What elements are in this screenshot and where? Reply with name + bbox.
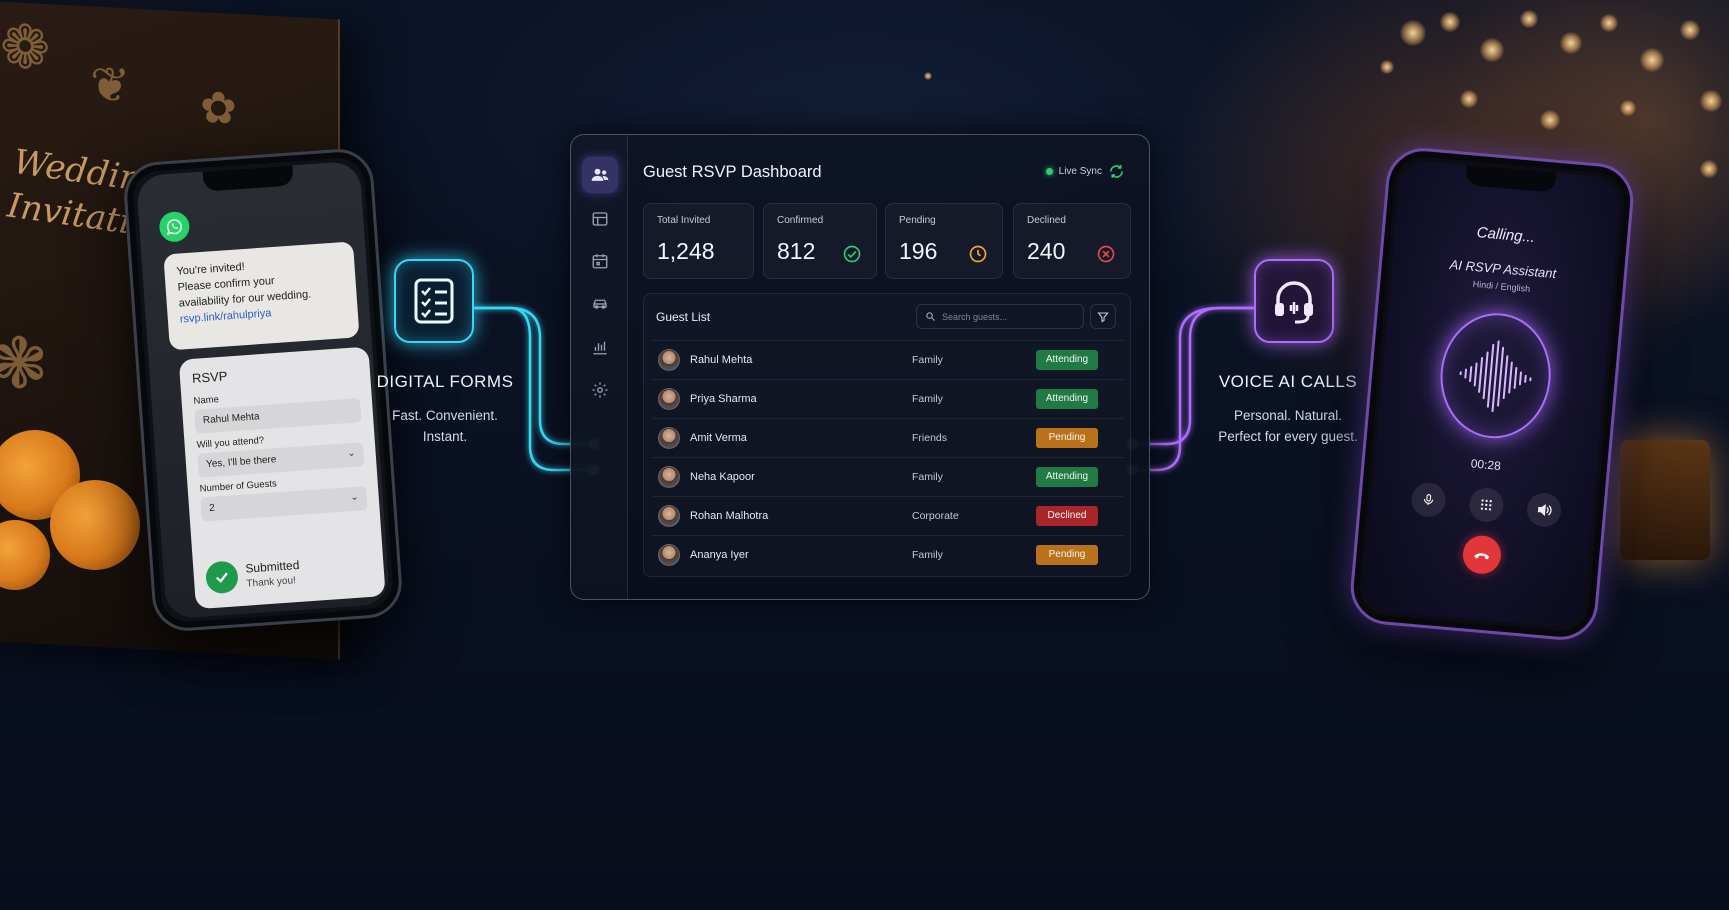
guest-name: Rahul Mehta xyxy=(690,353,753,366)
live-sync-indicator[interactable]: Live Sync xyxy=(1045,163,1125,180)
filter-icon xyxy=(1097,311,1109,322)
settings-icon[interactable] xyxy=(582,372,618,408)
status-badge: Attending xyxy=(1036,466,1098,487)
status-badge: Pending xyxy=(1036,544,1098,565)
status-badge: Attending xyxy=(1036,349,1098,370)
end-call-button[interactable] xyxy=(1461,534,1503,576)
checklist-icon xyxy=(394,259,474,343)
guest-name: Rohan Malhotra xyxy=(690,509,769,522)
status-badge: Pending xyxy=(1036,427,1098,448)
keypad-icon xyxy=(1480,499,1492,511)
seating-icon[interactable] xyxy=(582,201,618,237)
stat-card-pending[interactable]: Pending 196 xyxy=(885,203,1003,279)
voice-waveform xyxy=(1435,308,1556,443)
stat-card-total[interactable]: Total Invited 1,248 xyxy=(643,203,754,279)
rsvp-dashboard: Guest RSVP Dashboard Live Sync Total Inv… xyxy=(570,134,1150,600)
stat-label: Confirmed xyxy=(777,215,824,226)
guest-name: Neha Kapoor xyxy=(690,470,755,483)
guest-list-panel: Guest List Search guests... Rahul Mehta … xyxy=(643,293,1131,577)
dashboard-sidebar xyxy=(571,135,628,599)
speaker-icon xyxy=(1537,504,1552,517)
guest-name: Ananya Iyer xyxy=(690,548,749,561)
guest-group: Family xyxy=(912,548,943,561)
guest-name: Amit Verma xyxy=(690,431,747,444)
stat-card-declined[interactable]: Declined 240 xyxy=(1013,203,1131,279)
guest-name: Priya Sharma xyxy=(690,392,757,405)
avatar xyxy=(658,504,680,527)
dashboard-title: Guest RSVP Dashboard xyxy=(643,163,822,181)
stat-label: Declined xyxy=(1027,215,1066,226)
avatar xyxy=(658,426,680,449)
guest-group: Friends xyxy=(912,431,948,444)
stat-label: Pending xyxy=(899,215,936,226)
refresh-icon xyxy=(1110,165,1123,178)
check-circle-icon xyxy=(843,245,861,263)
x-circle-icon xyxy=(1097,245,1115,263)
clock-icon xyxy=(969,245,987,263)
search-input[interactable]: Search guests... xyxy=(916,304,1084,329)
status-badge: Declined xyxy=(1036,505,1098,526)
status-badge: Attending xyxy=(1036,388,1098,409)
stat-card-confirmed[interactable]: Confirmed 812 xyxy=(763,203,877,279)
microphone-icon xyxy=(1423,494,1434,506)
headset-icon xyxy=(1254,259,1334,343)
table-row[interactable]: Ananya Iyer Family Pending xyxy=(652,535,1124,573)
mute-button[interactable] xyxy=(1410,481,1447,519)
digital-forms-line1: Fast. Convenient. xyxy=(392,408,498,423)
guest-group: Family xyxy=(912,353,943,366)
bar-chart-icon[interactable] xyxy=(582,329,618,365)
table-row[interactable]: Rohan Malhotra Corporate Declined xyxy=(652,496,1124,534)
digital-forms-line2: Instant. xyxy=(422,429,468,444)
table-row[interactable]: Priya Sharma Family Attending xyxy=(652,379,1124,417)
live-dot xyxy=(1045,168,1053,175)
stat-value: 1,248 xyxy=(657,238,715,264)
avatar xyxy=(658,348,680,371)
voice-ai-title: VOICE AI CALLS xyxy=(1218,372,1358,391)
call-timer: 00:28 xyxy=(1470,456,1502,474)
speaker-button[interactable] xyxy=(1525,491,1563,529)
table-row[interactable]: Rahul Mehta Family Attending xyxy=(652,340,1124,378)
users-icon[interactable] xyxy=(582,157,618,193)
live-sync-label: Live Sync xyxy=(1058,166,1102,177)
car-icon[interactable] xyxy=(582,286,618,322)
calling-status: Calling... xyxy=(1476,224,1536,247)
guest-group: Family xyxy=(912,392,943,405)
voice-call-phone: Calling... AI RSVP Assistant Hindi / Eng… xyxy=(1347,145,1637,643)
guest-group: Corporate xyxy=(912,509,959,522)
search-icon xyxy=(926,312,936,322)
keypad-button[interactable] xyxy=(1467,486,1505,524)
digital-forms-title: DIGITAL FORMS xyxy=(376,372,514,391)
guest-list-title: Guest List xyxy=(656,310,711,324)
calendar-icon[interactable] xyxy=(582,243,618,279)
table-row[interactable]: Neha Kapoor Family Attending xyxy=(652,457,1124,495)
voice-ai-line1: Personal. Natural. xyxy=(1233,408,1343,423)
avatar xyxy=(658,387,680,410)
avatar xyxy=(658,465,680,488)
filter-button[interactable] xyxy=(1090,304,1116,329)
table-row[interactable]: Amit Verma Friends Pending xyxy=(652,418,1124,456)
avatar xyxy=(658,543,680,566)
guest-group: Family xyxy=(912,470,943,483)
voice-ai-line2: Perfect for every guest. xyxy=(1218,429,1358,444)
stat-label: Total Invited xyxy=(657,215,711,226)
search-placeholder: Search guests... xyxy=(942,311,1008,322)
phone-hangup-icon xyxy=(1474,553,1490,560)
